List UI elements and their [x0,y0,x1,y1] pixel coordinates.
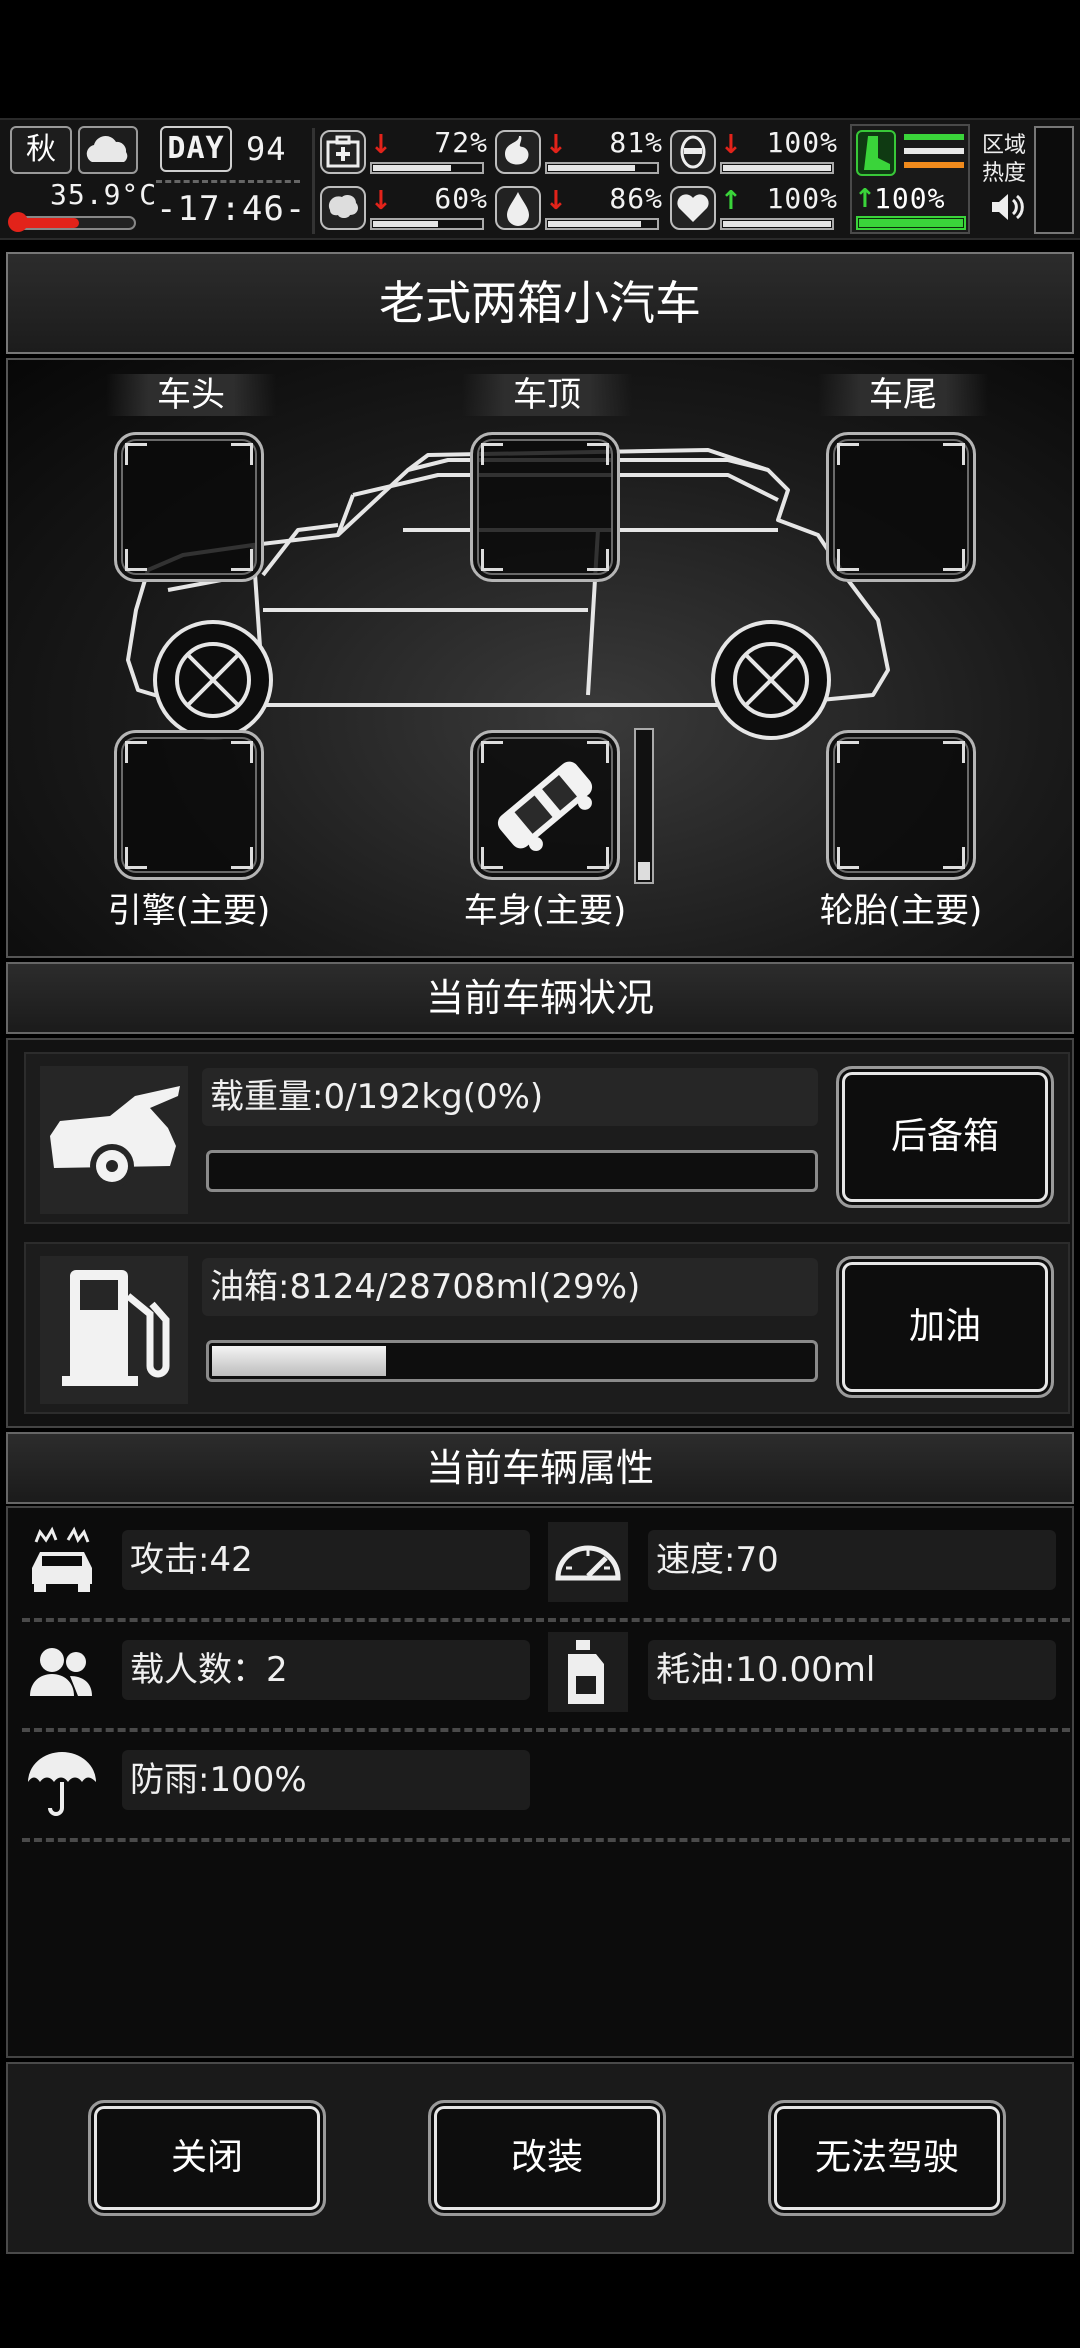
toilet-percent: 100% [766,126,838,159]
slot-corner [481,847,503,869]
heart-stat: ↑ 100% [670,182,840,232]
slot-front[interactable] [114,432,264,582]
slot-corner [125,443,147,465]
slot-corner [481,549,503,571]
slot-roof[interactable] [470,432,620,582]
stamina-panel: ↑ 100% [850,124,970,234]
load-text: 载重量:0/192kg(0%) [202,1068,818,1126]
zone-heat-meter [1034,126,1074,234]
load-bar [206,1150,818,1192]
heart-percent: 100% [766,182,838,215]
slot-corner [837,741,859,763]
fuel-row: 油箱:8124/28708ml(29%) 加油 [24,1242,1070,1414]
stomach-icon [495,130,541,174]
slot-corner [943,847,965,869]
slot-corner [943,443,965,465]
status-header: 当前车辆状况 [6,962,1074,1034]
slot-corner [837,549,859,571]
vehicle-title: 老式两箱小汽车 [6,252,1074,354]
hunger-stat: ↓ 81% [495,126,665,176]
slot-label-roof: 车顶 [462,374,632,416]
slot-label-rear: 车尾 [818,374,988,416]
health-stat: ↓ 72% [320,126,490,176]
thirst-percent: 86% [609,182,663,215]
slot-corner [125,549,147,571]
attack-value: 攻击:42 [122,1530,530,1590]
car-attack-icon [22,1522,102,1602]
slot-corner [587,847,609,869]
speaker-icon[interactable] [988,190,1024,228]
slot-corner [231,847,253,869]
trunk-button[interactable]: 后备箱 [836,1066,1054,1208]
slot-rear[interactable] [826,432,976,582]
slot-label-front: 车头 [106,374,276,416]
heart-icon [670,186,716,230]
refuel-button[interactable]: 加油 [836,1256,1054,1398]
cloud-icon [78,126,138,174]
mood-percent: 60% [434,182,488,215]
body-durability-bar [634,728,654,884]
attributes-panel: 攻击:42 速度:70 载人数：2 耗油:10.00ml 防雨:100% [6,1506,1074,2058]
toilet-icon [670,130,716,174]
status-hud: 秋 35.9°C DAY 94 -17:46- ↓ 72% ↓ 81% ↓ 10… [0,118,1080,240]
boot-icon [856,130,896,176]
temperature-readout: 35.9°C [50,178,158,211]
slot-corner [231,741,253,763]
slot-corner [587,443,609,465]
fuel-bar [206,1340,818,1382]
slot-corner [125,741,147,763]
toilet-stat: ↓ 100% [670,126,840,176]
slot-label-body: 车身(主要) [463,891,627,931]
brain-icon [320,186,366,230]
zone-heat-label: 区域热度 [982,133,1027,186]
fuel-pump-icon [40,1256,188,1404]
rainproof-value: 防雨:100% [122,1750,530,1810]
status-panel: 载重量:0/192kg(0%) 后备箱 油箱:8124/28708ml(29%)… [6,1038,1074,1428]
umbrella-icon [22,1742,102,1822]
passengers-icon [22,1632,102,1712]
mood-stat: ↓ 60% [320,182,490,232]
oil-can-icon [548,1632,628,1712]
day-number: 94 [246,130,287,168]
stamina-percent: 100% [874,182,946,215]
slot-corner [125,847,147,869]
day-label: DAY [160,126,232,172]
thirst-stat: ↓ 86% [495,182,665,232]
medkit-icon [320,130,366,174]
slot-body[interactable] [470,730,620,880]
car-trunk-icon [40,1066,188,1214]
health-percent: 72% [434,126,488,159]
thermometer-bar [8,212,136,232]
attributes-header: 当前车辆属性 [6,1432,1074,1504]
game-clock: -17:46- [156,180,305,232]
slot-corner [231,443,253,465]
slot-tires[interactable] [826,730,976,880]
drive-button[interactable]: 无法驾驶 [768,2100,1006,2216]
hunger-percent: 81% [609,126,663,159]
passengers-value: 载人数：2 [122,1640,530,1700]
slot-corner [587,741,609,763]
vehicle-slots-area: 车头 车顶 车尾 引擎(主要) 车身(主要) 轮胎(主要) [6,358,1074,958]
slot-label-tires: 轮胎(主要) [819,891,983,931]
slot-label-engine: 引擎(主要) [107,891,271,931]
slot-corner [481,443,503,465]
slot-corner [943,549,965,571]
load-row: 载重量:0/192kg(0%) 后备箱 [24,1052,1070,1224]
slot-corner [231,549,253,571]
footer-bar: 关闭 改装 无法驾驶 [6,2062,1074,2254]
slot-corner [481,741,503,763]
slot-engine[interactable] [114,730,264,880]
speedometer-icon [548,1522,628,1602]
speed-value: 速度:70 [648,1530,1056,1590]
modify-button[interactable]: 改装 [428,2100,666,2216]
water-drop-icon [495,186,541,230]
slot-corner [837,847,859,869]
season-indicator: 秋 [10,126,72,174]
fuel-consumption-value: 耗油:10.00ml [648,1640,1056,1700]
slot-corner [943,741,965,763]
slot-corner [587,549,609,571]
close-button[interactable]: 关闭 [88,2100,326,2216]
fuel-text: 油箱:8124/28708ml(29%) [202,1258,818,1316]
slot-corner [837,443,859,465]
